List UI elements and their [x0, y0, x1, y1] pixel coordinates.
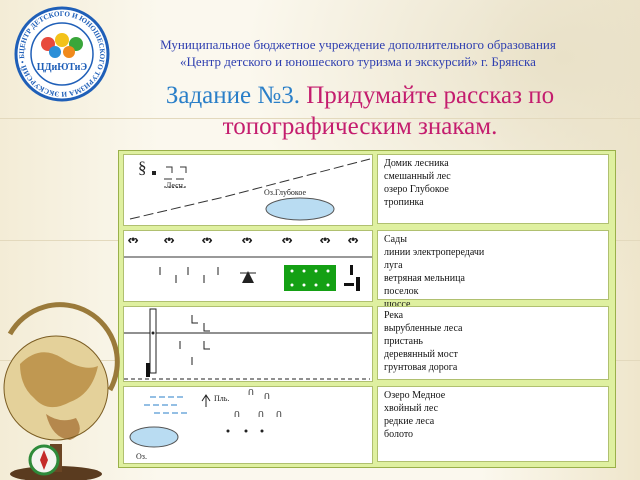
- wooden-bridge-icon: [149, 308, 157, 374]
- symbol-list-1: Домик лесника смешанный лес озеро Глубок…: [377, 154, 609, 224]
- map-label-lake-2: Оз.: [136, 452, 147, 461]
- list-item: вырубленные леса: [384, 323, 463, 334]
- list-item: пристань: [384, 336, 423, 347]
- pier-icon: [146, 363, 150, 377]
- svg-text:ᑎ: ᑎ: [248, 388, 254, 397]
- svg-text:‹•›: ‹•›: [320, 235, 330, 246]
- lake-icon: [265, 197, 335, 221]
- globe-image: [3, 302, 120, 480]
- list-item: грунтовая дорога: [384, 362, 458, 373]
- list-item: Озеро Медное: [384, 390, 446, 401]
- list-item: хвойный лес: [384, 403, 439, 414]
- symbol-map-3: [123, 306, 373, 382]
- forester-hut-icon: §: [138, 158, 147, 177]
- meadow-icon: [159, 267, 219, 283]
- symbol-list-2: Сады линии электропередачи луга ветряная…: [377, 230, 609, 310]
- settlement-icon: [284, 265, 336, 291]
- list-item: ветряная мельница: [384, 273, 465, 284]
- organization-logo: ЦЕНТР ДЕТСКОГО И ЮНОШЕСКОГО ТУРИЗМА И ЭК…: [14, 6, 110, 102]
- organization-header: Муниципальное бюджетное учреждение допол…: [108, 36, 608, 70]
- list-item: смешанный лес: [384, 171, 451, 182]
- task-number: Задание №3: [165, 82, 294, 109]
- task-row-3: Река вырубленные леса пристань деревянны…: [119, 306, 615, 382]
- list-item: болото: [384, 429, 414, 440]
- task-panel: § Лесн. Оз.Глубокое Домик лесника смешан…: [118, 150, 616, 468]
- svg-text:‹•›: ‹•›: [348, 235, 358, 246]
- svg-text:‹•›: ‹•›: [242, 235, 252, 246]
- windmill-icon: [240, 271, 256, 283]
- symbol-list-4: Озеро Медное хвойный лес редкие леса бол…: [377, 386, 609, 462]
- list-item: тропинка: [384, 197, 424, 208]
- svg-text:‹•›: ‹•›: [164, 235, 174, 246]
- symbol-map-1: § Лесн. Оз.Глубокое: [123, 154, 373, 226]
- list-item: линии электропередачи: [384, 247, 485, 258]
- organization-line-1: Муниципальное бюджетное учреждение допол…: [160, 37, 556, 52]
- task-number-dot: .: [293, 82, 300, 109]
- symbol-list-3: Река вырубленные леса пристань деревянны…: [377, 306, 609, 380]
- coniferous-forest-icon: [201, 394, 211, 407]
- organization-line-2: «Центр детского и юношеского туризма и э…: [180, 54, 536, 69]
- symbol-map-2: ‹•› ‹•› ‹•› ‹•› ‹•› ‹•› ‹•›: [123, 230, 373, 302]
- task-title: Задание №3. Придумайте рассказ по топогр…: [110, 80, 610, 142]
- orchard-icon: [344, 265, 360, 291]
- power-line-icon: ‹•› ‹•› ‹•› ‹•› ‹•› ‹•› ‹•›: [128, 235, 359, 247]
- svg-text:‹•›: ‹•›: [202, 235, 212, 246]
- list-item: Сады: [384, 234, 407, 245]
- list-item: редкие леса: [384, 416, 435, 427]
- task-row-2: ‹•› ‹•› ‹•› ‹•› ‹•› ‹•› ‹•› Сады линии э…: [119, 230, 615, 310]
- symbol-map-4: Пль. ᑎ ᑎ ᑎ ᑎ ᑎ Оз.: [123, 386, 373, 464]
- list-item: луга: [384, 260, 403, 271]
- lake-icon: [129, 426, 179, 448]
- mixed-forest-icon: [164, 166, 187, 180]
- svg-text:‹•›: ‹•›: [282, 235, 292, 246]
- task-row-4: Пль. ᑎ ᑎ ᑎ ᑎ ᑎ Оз. Озеро Медное хвойный …: [119, 386, 615, 464]
- svg-text:ᑎ: ᑎ: [234, 410, 240, 419]
- logo-center-text: ЦДиЮТиЭ: [37, 62, 88, 73]
- list-item: озеро Глубокое: [384, 184, 449, 195]
- list-item: Река: [384, 310, 404, 321]
- task-row-1: § Лесн. Оз.Глубокое Домик лесника смешан…: [119, 154, 615, 226]
- swamp-icon: [144, 396, 190, 414]
- svg-text:ᑎ: ᑎ: [258, 410, 264, 419]
- map-label-pine: Пль.: [214, 394, 229, 403]
- cut-forest-icon: [179, 315, 210, 365]
- map-label-forester: Лесн.: [166, 181, 185, 190]
- svg-text:ᑎ: ᑎ: [264, 392, 270, 401]
- list-item: деревянный мост: [384, 349, 458, 360]
- list-item: поселок: [384, 286, 419, 297]
- list-item: Домик лесника: [384, 158, 449, 169]
- map-label-lake: Оз.Глубокое: [264, 188, 306, 197]
- sparse-forest-icon: ᑎ ᑎ ᑎ ᑎ ᑎ: [226, 388, 282, 433]
- svg-text:‹•›: ‹•›: [128, 235, 138, 246]
- svg-text:ᑎ: ᑎ: [276, 410, 282, 419]
